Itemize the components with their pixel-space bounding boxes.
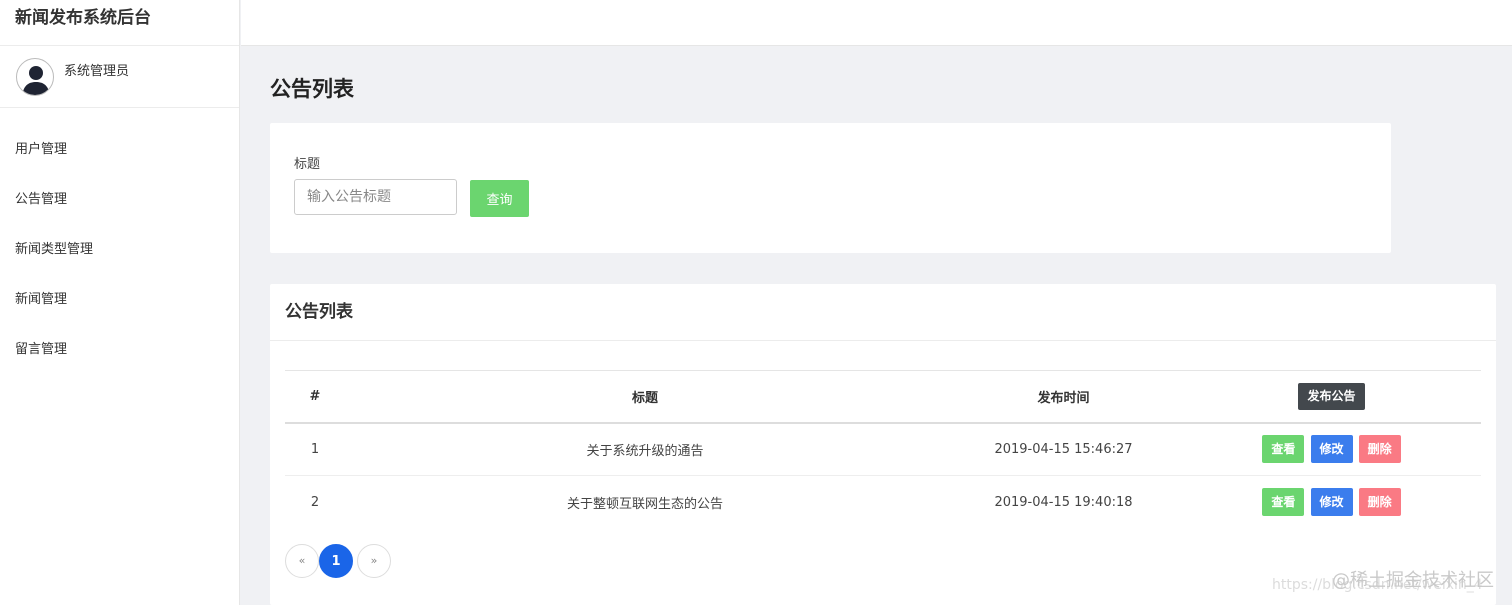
user-avatar-icon[interactable]: [16, 58, 54, 96]
page-title: 公告列表: [270, 77, 354, 101]
row-num: 2: [310, 494, 320, 510]
row-title: 关于整顿互联网生态的公告: [566, 496, 723, 512]
list-header: 公告列表: [270, 284, 1496, 341]
sidebar-item-news-types[interactable]: 新闻类型管理: [0, 225, 239, 275]
delete-button[interactable]: 删除: [1358, 435, 1401, 464]
row-title: 关于系统升级的通告: [345, 422, 945, 476]
column-header-title: 标题: [631, 390, 658, 406]
watermark: @稀土掘金技术社区: [1332, 570, 1494, 591]
app-title: 新闻发布系统后台: [0, 0, 239, 46]
row-time: 2019-04-15 19:40:18: [994, 494, 1133, 510]
sidebar-menu: 用户管理 公告管理 新闻类型管理 新闻管理 留言管理: [0, 125, 239, 375]
column-header-time: 发布时间: [1037, 390, 1090, 406]
search-panel: 标题 查询: [270, 123, 1391, 253]
sidebar-item-users[interactable]: 用户管理: [0, 125, 239, 175]
sidebar-item-messages[interactable]: 留言管理: [0, 325, 239, 375]
row-num: 1: [285, 422, 345, 476]
notice-list-panel: 公告列表 # 标题 发布时间 发布公告 1 关于系统升级的通告 2019-04-…: [270, 284, 1496, 605]
edit-button[interactable]: 修改: [1310, 488, 1353, 517]
user-panel: 系统管理员: [0, 46, 239, 108]
sidebar-item-notices[interactable]: 公告管理: [0, 175, 239, 225]
page-next-button[interactable]: »: [357, 544, 391, 578]
notice-table: # 标题 发布时间 发布公告 1 关于系统升级的通告 2019-04-15 15…: [285, 370, 1481, 529]
search-button[interactable]: 查询: [470, 180, 529, 217]
column-header-num: #: [309, 388, 321, 404]
row-actions: 查看 修改 删除: [1182, 422, 1481, 476]
delete-button[interactable]: 删除: [1358, 488, 1401, 517]
publish-notice-button[interactable]: 发布公告: [1298, 382, 1365, 410]
user-name: 系统管理员: [64, 64, 130, 79]
row-actions: 查看 修改 删除: [1182, 476, 1481, 529]
edit-button[interactable]: 修改: [1310, 435, 1353, 464]
row-time: 2019-04-15 15:46:27: [945, 422, 1182, 476]
page-prev-button[interactable]: «: [285, 544, 319, 578]
table-header-row: # 标题 发布时间 发布公告: [285, 370, 1481, 423]
table-row: 1 关于系统升级的通告 2019-04-15 15:46:27 查看 修改 删除: [285, 422, 1481, 476]
top-bar: [241, 0, 1512, 46]
page-number-button[interactable]: 1: [319, 544, 353, 578]
sidebar-item-news[interactable]: 新闻管理: [0, 275, 239, 325]
search-input[interactable]: [294, 179, 457, 215]
view-button[interactable]: 查看: [1262, 435, 1305, 464]
sidebar: 新闻发布系统后台 系统管理员 用户管理 公告管理 新闻类型管理 新闻管理 留言管…: [0, 0, 240, 605]
table-row: 2 关于整顿互联网生态的公告 2019-04-15 19:40:18 查看 修改…: [285, 476, 1481, 529]
view-button[interactable]: 查看: [1262, 488, 1305, 517]
column-header-actions: 发布公告: [1182, 371, 1481, 423]
search-label: 标题: [294, 157, 321, 172]
